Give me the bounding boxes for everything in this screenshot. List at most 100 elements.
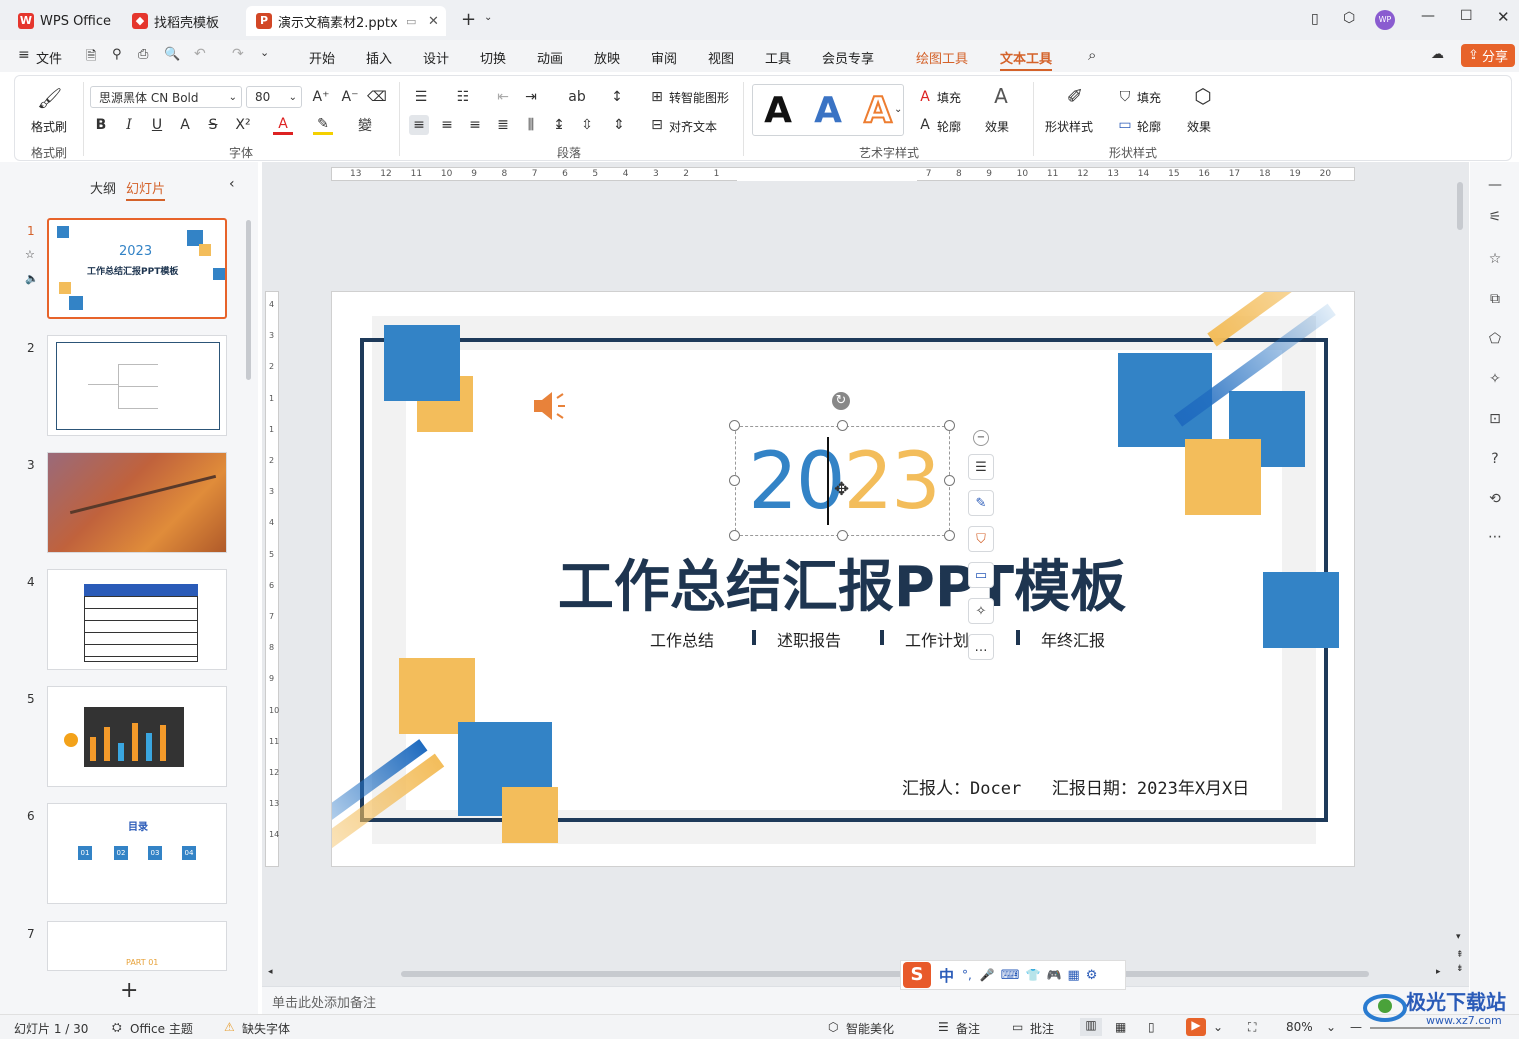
keyboard-icon[interactable]: ⌨ (1001, 968, 1020, 983)
sort-icon[interactable]: ↕ (607, 87, 627, 107)
copy-icon[interactable]: ⧉ (1486, 290, 1504, 308)
font-size-select[interactable]: 80 ⌄ (246, 86, 302, 108)
sidebar-toggle-icon[interactable]: ▯ (1311, 11, 1319, 27)
font-name-select[interactable]: 思源黑体 CN Bold ⌄ (90, 86, 242, 108)
paragraph-spacing-icon[interactable]: ⇳ (577, 115, 597, 135)
text-outline-icon[interactable]: A (915, 115, 935, 135)
resize-handle[interactable] (729, 420, 740, 431)
resize-handle[interactable] (944, 475, 955, 486)
menu-design[interactable]: 设计 (423, 48, 449, 67)
close-icon[interactable]: ✕ (1497, 8, 1510, 26)
settings-icon[interactable]: ⚙ (1086, 968, 1098, 983)
align-right-icon[interactable]: ≡ (465, 115, 485, 135)
slide-sorter-icon[interactable]: ▦ (1115, 1020, 1126, 1034)
resize-handle[interactable] (837, 530, 848, 541)
slide-thumbnail-7[interactable]: PART 01 (47, 921, 227, 971)
outline-icon[interactable]: ▭ (968, 562, 994, 588)
fit-window-icon[interactable]: ⛶ (1248, 1020, 1256, 1035)
reading-view-icon[interactable]: ▯ (1148, 1020, 1155, 1034)
page-down-icon[interactable]: ⇟ (1456, 964, 1464, 974)
align-center-icon[interactable]: ≡ (437, 115, 457, 135)
search-icon[interactable]: ⌕ (1088, 46, 1096, 64)
print-preview-icon[interactable]: 🔍 (164, 47, 180, 62)
shape-style-button[interactable]: 形状样式 (1045, 118, 1093, 135)
vertical-scrollbar[interactable] (1457, 182, 1463, 230)
subtitle-item[interactable]: 工作计划 (905, 627, 969, 651)
menu-transition[interactable]: 切换 (480, 48, 506, 67)
menu-file[interactable]: 文件 (36, 48, 62, 67)
highlight-icon[interactable]: ✎ (313, 115, 333, 135)
sliders-icon[interactable]: ⚟ (1486, 208, 1504, 226)
text-effect-button[interactable]: 效果 (985, 118, 1009, 135)
underline-icon[interactable]: U (147, 115, 167, 135)
slide-thumbnail-2[interactable] (47, 335, 227, 436)
magic-icon[interactable]: ✧ (968, 598, 994, 624)
resize-handle[interactable] (729, 530, 740, 541)
minus-icon[interactable]: — (1486, 176, 1504, 194)
decrease-font-icon[interactable]: A⁻ (340, 87, 360, 107)
scroll-down-icon[interactable]: ▾ (1456, 932, 1461, 942)
monitor-icon[interactable]: ▭ (406, 15, 416, 28)
slide-thumbnail-6[interactable]: 目录 01 02 03 04 (47, 803, 227, 904)
menu-review[interactable]: 审阅 (651, 48, 677, 67)
wordart-blue[interactable]: A (814, 90, 842, 131)
zoom-level[interactable]: 80% (1286, 1020, 1313, 1034)
menu-tools[interactable]: 工具 (765, 48, 791, 67)
tab-close-icon[interactable]: ✕ (428, 14, 439, 29)
superscript-icon[interactable]: X² (233, 115, 253, 135)
menu-animation[interactable]: 动画 (537, 48, 563, 67)
bullet-list-icon[interactable]: ☰ (411, 87, 431, 107)
line-spacing-icon[interactable]: ↨ (549, 115, 569, 135)
menu-view[interactable]: 视图 (708, 48, 734, 67)
slide-canvas[interactable]: 2023 ✥ ↻ 工作总结汇报PPT模板 工作总结 述职报告 工作计划 年终汇报… (331, 291, 1355, 867)
menu-drawing-tools[interactable]: 绘图工具 (916, 48, 968, 67)
format-painter-button[interactable]: 格式刷 (31, 118, 67, 135)
resize-handle[interactable] (729, 475, 740, 486)
maximize-icon[interactable]: ☐ (1460, 8, 1473, 24)
pen-icon[interactable]: ✎ (968, 490, 994, 516)
magic-wand-icon[interactable]: ✧ (1486, 370, 1504, 388)
text-outline-button[interactable]: 轮廓 (937, 118, 961, 135)
save-icon[interactable]: 🗎 (86, 47, 96, 69)
reporter-line[interactable]: 汇报人：Docer 汇报日期：2023年X月X日 (902, 774, 1249, 799)
page-up-icon[interactable]: ⇞ (1456, 950, 1464, 960)
decrease-indent-icon[interactable]: ⇤ (493, 87, 513, 107)
tab-docer[interactable]: ◆ 找稻壳模板 (122, 6, 242, 36)
char-spacing-icon[interactable]: 變 (355, 115, 375, 135)
more-icon[interactable]: … (968, 634, 994, 660)
resize-handle[interactable] (944, 530, 955, 541)
shape-effect-button[interactable]: 效果 (1187, 118, 1211, 135)
microphone-icon[interactable]: 🎤 (980, 968, 995, 982)
minimize-icon[interactable]: — (1421, 8, 1435, 24)
hamburger-icon[interactable]: ≡ (18, 47, 30, 63)
format-painter-icon[interactable]: 🖌 (37, 86, 62, 110)
shape-icon[interactable]: ⬠ (1486, 330, 1504, 348)
strikethrough-icon[interactable]: S (203, 115, 223, 135)
increase-indent-icon[interactable]: ⇥ (521, 87, 541, 107)
chevron-down-icon[interactable]: ⌄ (260, 46, 269, 59)
shape-outline-button[interactable]: 轮廓 (1137, 118, 1161, 135)
comments-button[interactable]: 批注 (1030, 1020, 1054, 1037)
ime-punctuation-icon[interactable]: °, (962, 968, 972, 982)
text-direction-icon[interactable]: ab (567, 87, 587, 107)
box-icon[interactable]: ⬡ (1343, 10, 1355, 26)
text-fill-button[interactable]: 填充 (937, 89, 961, 106)
audio-speaker-icon[interactable] (532, 388, 568, 424)
play-icon[interactable]: ▶ (1186, 1018, 1206, 1036)
align-text-icon[interactable]: ⊟ (647, 115, 667, 135)
sogou-logo-icon[interactable]: S (903, 962, 931, 988)
theme-name[interactable]: Office 主题 (130, 1020, 193, 1037)
slide-thumbnail-5[interactable] (47, 686, 227, 787)
chevron-down-icon[interactable]: ⌄ (894, 104, 902, 115)
redo-icon[interactable]: ↷ (232, 46, 244, 62)
help-icon[interactable]: ? (1486, 450, 1504, 468)
chevron-down-icon[interactable]: ⌄ (1326, 1020, 1336, 1034)
subtitle-item[interactable]: 述职报告 (777, 627, 841, 651)
print-icon[interactable]: ⎙ (138, 47, 148, 62)
font-color-icon[interactable]: A (273, 115, 293, 135)
numbered-list-icon[interactable]: ☷ (453, 87, 473, 107)
slide-thumbnail-1[interactable]: 2023 工作总结汇报PPT模板 (47, 218, 227, 319)
menu-slideshow[interactable]: 放映 (594, 48, 620, 67)
distribute-icon[interactable]: ⫼ (521, 115, 541, 135)
star-icon[interactable]: ☆ (1486, 250, 1504, 268)
